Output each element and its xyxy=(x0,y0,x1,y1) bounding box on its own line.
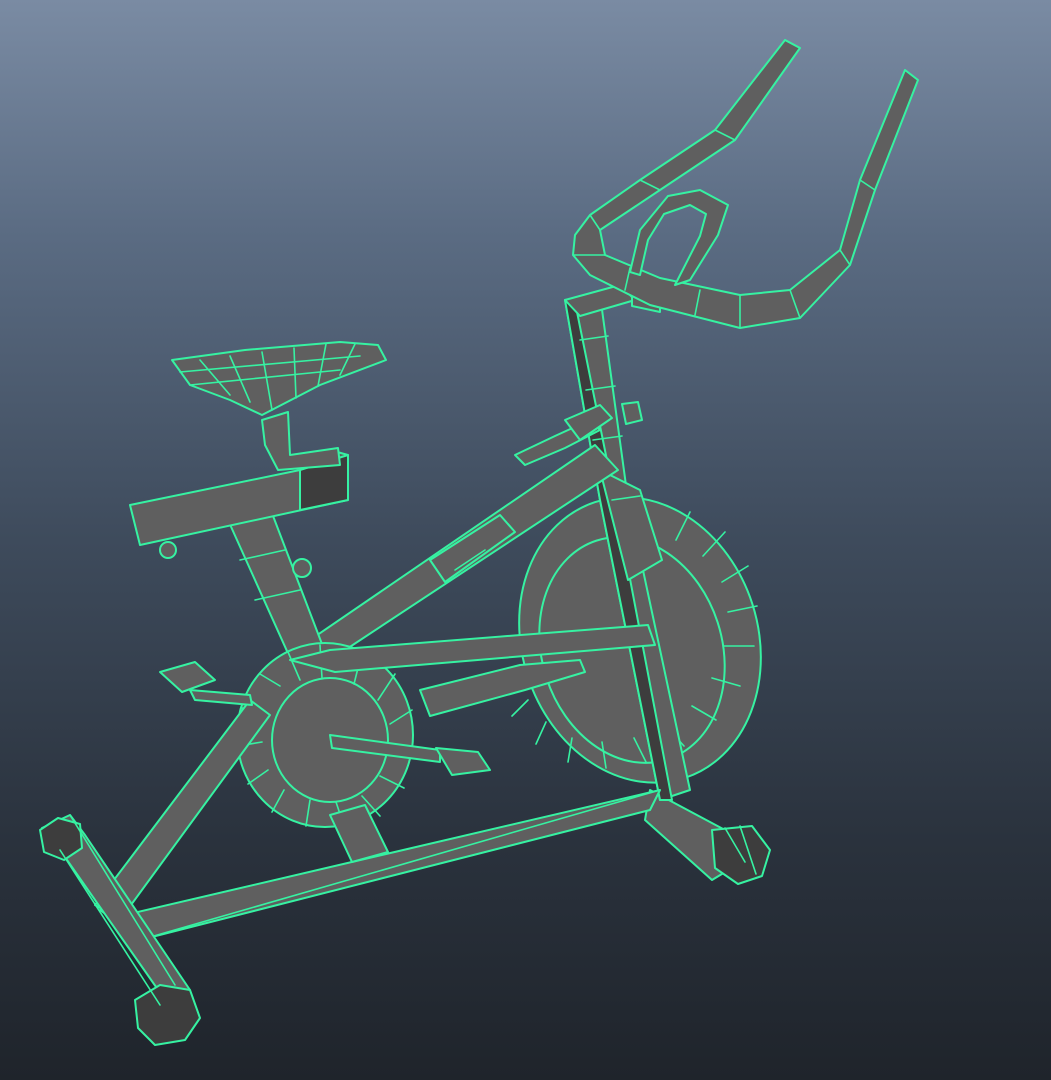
crank-wheel[interactable] xyxy=(236,642,415,828)
maya-viewport[interactable] xyxy=(0,0,1051,1080)
rear-stabilizer[interactable] xyxy=(644,789,771,885)
exercise-bike-wireframe-model[interactable] xyxy=(0,0,1051,1080)
handlebars[interactable] xyxy=(564,39,919,329)
